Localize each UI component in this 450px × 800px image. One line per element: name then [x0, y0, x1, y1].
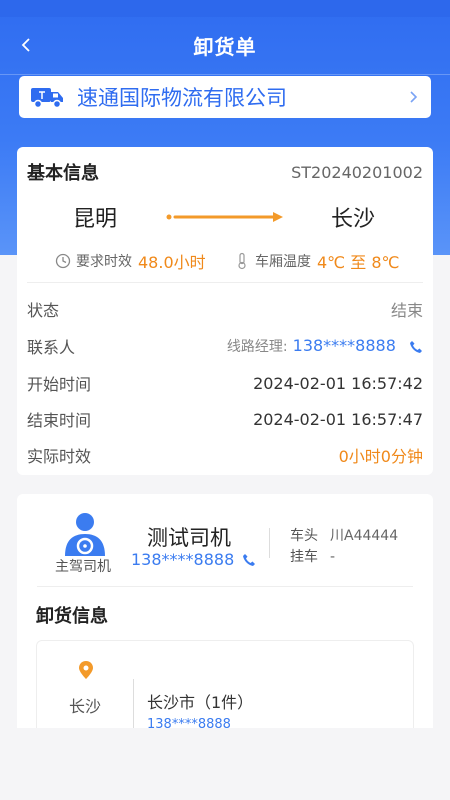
info-row-status: 状态 结束 [27, 297, 423, 321]
compartment-temp: 车厢温度 4℃ 至 8℃ [235, 249, 399, 273]
order-number: ST20240201002 [291, 162, 423, 182]
start-time-value: 2024-02-01 16:57:42 [253, 373, 423, 393]
basic-info-card: 基本信息 ST20240201002 昆明 长沙 要求时效 48.0小时 车厢温… [17, 147, 433, 475]
driver-role: 主驾司机 [55, 559, 111, 575]
head-label: 车头 [290, 528, 318, 544]
trailer-label: 挂车 [290, 549, 318, 565]
status-bar [0, 0, 450, 17]
actual-time-label: 实际时效 [27, 447, 92, 466]
info-row-contact: 联系人 线路经理: 138****8888 [27, 334, 423, 358]
info-row-start-time: 开始时间 2024-02-01 16:57:42 [27, 371, 423, 395]
contact-prefix: 线路经理: [226, 339, 288, 355]
nav-bar: 卸货单 [0, 17, 450, 75]
company-name: 速通国际物流有限公司 [77, 86, 287, 110]
vehicle-trailer: 挂车 - [290, 546, 335, 566]
route-arrow-icon [166, 212, 283, 222]
temp-value: 4℃ 至 8℃ [317, 253, 400, 272]
basic-info-title: 基本信息 [27, 163, 99, 184]
temp-label: 车厢温度 [255, 254, 311, 270]
contact-value[interactable]: 线路经理: 138****8888 [227, 336, 423, 356]
bottom-area [0, 728, 450, 800]
location-pin-icon [79, 661, 93, 679]
info-row-end-time: 结束时间 2024-02-01 16:57:47 [27, 407, 423, 431]
unload-destination: 长沙市（1件） [147, 693, 254, 712]
trailer-value: - [330, 549, 336, 565]
phone-icon[interactable] [242, 553, 256, 567]
back-button[interactable] [14, 33, 38, 57]
contact-phone[interactable]: 138****8888 [293, 336, 396, 355]
phone-icon[interactable] [409, 340, 423, 354]
divider [27, 282, 423, 283]
driver-phone[interactable]: 138****8888 [131, 550, 256, 569]
back-icon [21, 38, 30, 52]
clock-icon [55, 253, 71, 269]
page-title: 卸货单 [193, 35, 257, 59]
info-row-actual-time: 实际时效 0小时0分钟 [27, 443, 423, 467]
divider [269, 528, 270, 558]
company-link[interactable]: 速通国际物流有限公司 [19, 76, 431, 118]
actual-time-value: 0小时0分钟 [338, 447, 423, 466]
chevron-right-icon [410, 91, 418, 103]
end-time-label: 结束时间 [27, 411, 92, 430]
end-time-value: 2024-02-01 16:57:47 [253, 409, 423, 429]
vehicle-head: 车头 川A44444 [290, 525, 398, 545]
status-label: 状态 [27, 301, 60, 320]
unload-item[interactable]: 长沙 长沙市（1件） 138****8888 [36, 640, 414, 741]
driver-avatar-icon [65, 513, 105, 556]
destination-city: 长沙 [331, 207, 376, 232]
unload-info-title: 卸货信息 [36, 606, 108, 627]
head-value: 川A44444 [330, 528, 399, 544]
origin-city: 昆明 [73, 207, 118, 232]
status-value: 结束 [390, 301, 423, 320]
driver-card: 主驾司机 测试司机 138****8888 车头 川A44444 挂车 - 卸货信息… [17, 494, 433, 741]
required-time-label: 要求时效 [76, 254, 132, 270]
required-time-value: 48.0小时 [138, 253, 206, 272]
unload-city: 长沙 [69, 697, 102, 716]
divider [37, 586, 413, 587]
start-time-label: 开始时间 [27, 375, 92, 394]
truck-icon [31, 88, 63, 109]
driver-phone-number[interactable]: 138****8888 [131, 550, 234, 569]
driver-name: 测试司机 [147, 526, 231, 550]
thermometer-icon [238, 252, 246, 270]
required-time: 要求时效 48.0小时 [55, 249, 206, 273]
contact-label: 联系人 [27, 338, 76, 357]
